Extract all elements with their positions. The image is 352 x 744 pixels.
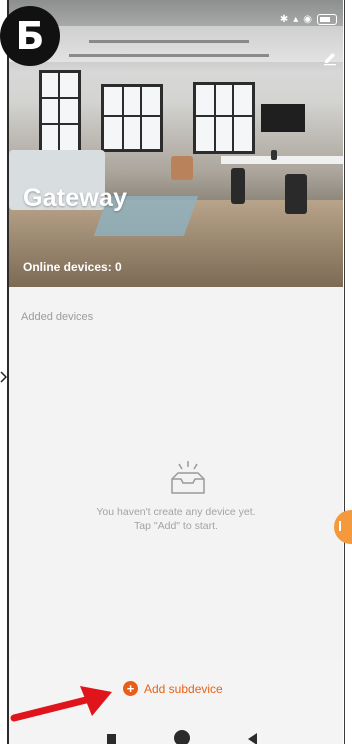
nav-recents-icon[interactable]: [107, 734, 116, 744]
dining-table: [221, 156, 343, 164]
status-bar: ✱ ▴ ◉: [280, 12, 337, 26]
chair: [231, 168, 245, 204]
wifi-icon: ◉: [303, 13, 312, 25]
system-nav-bar: [9, 728, 343, 744]
empty-state-line2: Tap "Add" to start.: [134, 520, 218, 532]
chair: [285, 174, 307, 214]
section-label: Added devices: [21, 311, 94, 323]
add-subdevice-label: Add subdevice: [144, 681, 223, 696]
right-frame-line: [344, 0, 345, 744]
side-tab-chevron-icon: [339, 521, 349, 531]
badge-letter: Б: [15, 14, 45, 58]
bluetooth-icon: ✱: [279, 13, 289, 25]
empty-state-line1: You haven't create any device yet.: [96, 506, 256, 518]
add-subdevice-button[interactable]: + Add subdevice: [123, 681, 223, 696]
ceiling-beam: [89, 40, 249, 43]
red-arrow-annotation: [10, 686, 112, 722]
ceiling-beam: [69, 54, 269, 57]
annotation-badge: Б: [0, 6, 60, 66]
signal-icon: ▴: [293, 13, 299, 25]
chair: [171, 156, 193, 180]
lamp: [271, 150, 277, 160]
nav-home-icon[interactable]: [174, 730, 190, 744]
battery-icon: [317, 13, 337, 25]
window: [101, 84, 163, 152]
page-title: Gateway: [23, 184, 128, 212]
empty-box-icon: [171, 461, 205, 494]
nav-back-icon[interactable]: [248, 733, 257, 744]
empty-state-message: You haven't create any device yet. Tap "…: [9, 505, 343, 533]
phone-screen: ✱ ▴ ◉ Gateway Online devices: 0 Added de…: [9, 0, 343, 744]
online-devices-count: Online devices: 0: [23, 260, 122, 274]
edit-icon[interactable]: [322, 50, 338, 66]
left-edge-chevron-icon: [0, 371, 7, 383]
window: [39, 70, 81, 154]
window: [193, 82, 255, 154]
wall-tv: [261, 104, 305, 132]
